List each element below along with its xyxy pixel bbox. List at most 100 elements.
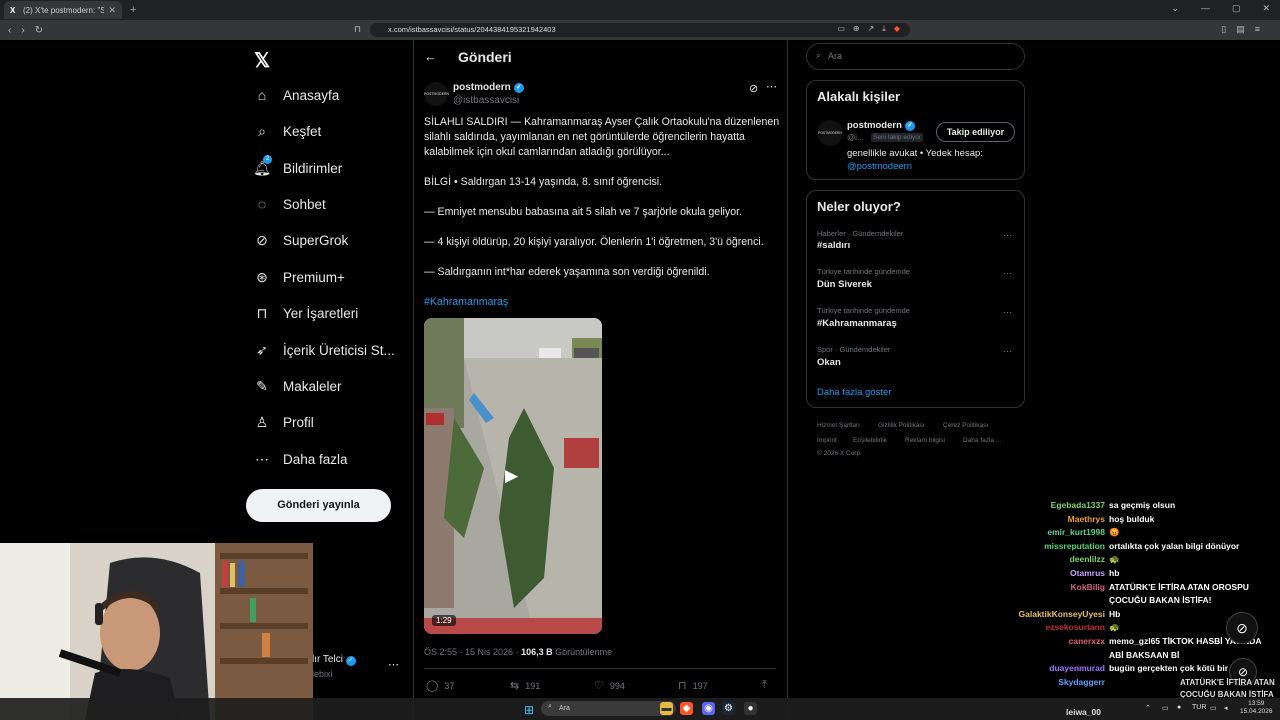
forward-icon[interactable]: › <box>21 25 24 36</box>
chat-username[interactable]: KokBilig <box>1071 582 1105 592</box>
footer-link[interactable]: Hizmet Şartları <box>817 422 860 429</box>
steam-icon[interactable]: ⚙ <box>722 702 735 715</box>
nav-item-supergrok[interactable]: ⊘ SuperGrok <box>254 229 348 251</box>
views-label: Görüntülenme <box>552 647 613 657</box>
grok-explain-icon[interactable]: ⊘ <box>749 82 758 95</box>
nav-item-bookmarks[interactable]: ⊓ Yer İşaretleri <box>254 302 359 324</box>
play-icon[interactable]: ▶ <box>505 466 518 486</box>
nav-item-label: Anasayfa <box>283 87 340 103</box>
chat-username[interactable]: deenlilzz <box>1070 554 1105 564</box>
related-bio-link[interactable]: @postmodeern <box>847 161 912 172</box>
back-arrow-icon[interactable]: ← <box>424 49 437 64</box>
trend-name[interactable]: #Kahramanmaraş <box>817 318 897 329</box>
zoom-icon[interactable]: ⊕ <box>853 24 860 34</box>
wallet-icon[interactable]: ▤ <box>1236 24 1245 35</box>
chat-username[interactable]: Skydaggerr <box>1058 677 1105 687</box>
chat-username[interactable]: emir_kurt1998 <box>1047 527 1105 537</box>
nav-item-notifications[interactable]: 🔔︎ 2 Bildirimler <box>253 155 342 179</box>
account-name[interactable]: lır Telci ✓ <box>312 654 356 666</box>
brave-browser-icon[interactable]: ◆ <box>680 702 693 715</box>
browser-tab[interactable]: X (2) X'te postmodern: "SİLAHLI SA... ✕ <box>4 1 122 19</box>
minimize-icon[interactable]: — <box>1201 3 1210 14</box>
grok-floating-icon[interactable]: ⊘ <box>1226 612 1258 644</box>
url-field[interactable]: x.com/istbassavcisi/status/2044384195321… <box>370 23 910 37</box>
taskbar-clock[interactable]: 13:59 15.04.2026 <box>1240 700 1273 716</box>
nav-item-profile[interactable]: ♙ Profil <box>254 411 314 433</box>
chat-username[interactable]: GalaktikKonseyUyesi <box>1019 609 1105 619</box>
chat-username[interactable]: canerxzx <box>1069 636 1105 646</box>
keyboard-lang[interactable]: TUR <box>1192 704 1206 711</box>
share-button[interactable]: ⤒ <box>762 679 767 692</box>
page-title: Gönderi <box>458 49 512 65</box>
footer-link[interactable]: İmprint <box>817 437 837 444</box>
monitor-icon[interactable]: ▭ <box>1210 704 1217 712</box>
footer-link[interactable]: Gizlilik Politikası <box>878 422 925 429</box>
related-handle[interactable]: @i... <box>847 133 864 142</box>
like-button[interactable]: ♡ 994 <box>594 679 625 692</box>
maximize-icon[interactable]: ▢ <box>1232 3 1241 14</box>
hashtag-link[interactable]: #Kahramanmaraş <box>424 295 780 310</box>
volume-icon[interactable]: ◂ <box>1224 704 1228 712</box>
reload-icon[interactable]: ↻ <box>35 25 43 36</box>
x-logo-icon[interactable]: 𝕏 <box>254 48 270 73</box>
nav-item-more[interactable]: ⋯ Daha fazla <box>254 448 348 470</box>
trend-name[interactable]: Dün Siverek <box>817 279 872 290</box>
nav-item-creator-studio[interactable]: ➶ İçerik Üreticisi St... <box>254 339 395 361</box>
author-avatar[interactable]: POSTMODERN <box>424 82 449 106</box>
related-avatar[interactable]: POSTMODERN <box>817 120 843 146</box>
reply-button[interactable]: ◯ 37 <box>426 679 454 692</box>
brave-shield-icon[interactable]: ◆ <box>894 24 900 34</box>
discord-icon[interactable]: ◉ <box>702 702 715 715</box>
screen-icon[interactable]: ▭ <box>837 24 845 34</box>
repost-button[interactable]: ⇆ 191 <box>510 679 540 692</box>
nav-item-chat[interactable]: ◌ Sohbet <box>254 193 326 215</box>
trend-more-icon[interactable]: ⋯ <box>1003 346 1012 357</box>
trend-more-icon[interactable]: ⋯ <box>1003 307 1012 318</box>
nav-item-articles[interactable]: ✎ Makaleler <box>254 375 341 397</box>
menu-icon[interactable]: ≡ <box>1255 24 1260 35</box>
new-tab-icon[interactable]: + <box>130 4 136 16</box>
post-more-icon[interactable]: ⋯ <box>766 80 777 93</box>
close-tab-icon[interactable]: ✕ <box>108 5 116 16</box>
obs-icon[interactable]: ● <box>744 702 757 715</box>
tray-chevron-icon[interactable]: ⌃ <box>1145 704 1151 712</box>
close-window-icon[interactable]: ✕ <box>1262 3 1270 14</box>
trend-more-icon[interactable]: ⋯ <box>1003 230 1012 241</box>
post-button[interactable]: Gönderi yayınla <box>246 489 391 522</box>
share-icon[interactable]: ↗ <box>868 24 875 34</box>
search-input[interactable]: Ara <box>806 43 1025 70</box>
footer-link[interactable]: Erişilebilirlik <box>853 437 887 444</box>
footer-link[interactable]: Çerez Politikası <box>943 422 988 429</box>
network-icon[interactable]: ▭ <box>1162 704 1169 712</box>
trend-name[interactable]: Okan <box>817 357 841 368</box>
windows-start-icon[interactable]: ⊞ <box>524 703 534 717</box>
following-button[interactable]: Takip ediliyor <box>936 122 1015 142</box>
chat-username[interactable]: missreputation <box>1044 541 1105 551</box>
nav-item-explore[interactable]: ⌕ Keşfet <box>254 120 321 142</box>
nav-item-premium[interactable]: ⊛ Premium+ <box>254 266 345 288</box>
sidebar-icon[interactable]: ▯ <box>1221 24 1226 35</box>
account-more-icon[interactable]: ⋯ <box>388 658 399 671</box>
chat-username[interactable]: Egebada1337 <box>1051 500 1105 510</box>
mic-icon[interactable]: ● <box>1177 704 1181 711</box>
tab-list-icon[interactable]: ⌄ <box>1171 3 1179 14</box>
author-name[interactable]: postmodern ✓ <box>453 82 524 93</box>
footer-link[interactable]: Daha fazla ... <box>963 437 1001 444</box>
trend-more-icon[interactable]: ⋯ <box>1003 268 1012 279</box>
chat-username[interactable]: duayenmurad <box>1049 663 1105 673</box>
file-explorer-icon[interactable]: ▬ <box>660 702 673 715</box>
trend-name[interactable]: #saldırı <box>817 240 850 251</box>
nav-item-home[interactable]: ⌂ Anasayfa <box>254 84 340 106</box>
author-handle[interactable]: @istbassavcisi <box>453 95 519 106</box>
bookmark-button[interactable]: ⊓ 197 <box>678 679 708 692</box>
chat-username[interactable]: Otamrus <box>1070 568 1105 578</box>
chat-username[interactable]: Maethrys <box>1068 514 1105 524</box>
chat-username[interactable]: ezsekosurtann <box>1045 622 1105 632</box>
related-name[interactable]: postmodern ✓ <box>847 120 915 131</box>
download-icon[interactable]: ⤓ <box>882 24 886 34</box>
footer-link[interactable]: Reklam bilgisi <box>905 437 945 444</box>
back-icon[interactable]: ‹ <box>8 25 11 36</box>
taskbar-search[interactable]: Ara <box>541 701 676 716</box>
bookmark-page-icon[interactable]: ⊓ <box>354 24 361 35</box>
show-more-link[interactable]: Daha fazla göster <box>817 387 891 398</box>
